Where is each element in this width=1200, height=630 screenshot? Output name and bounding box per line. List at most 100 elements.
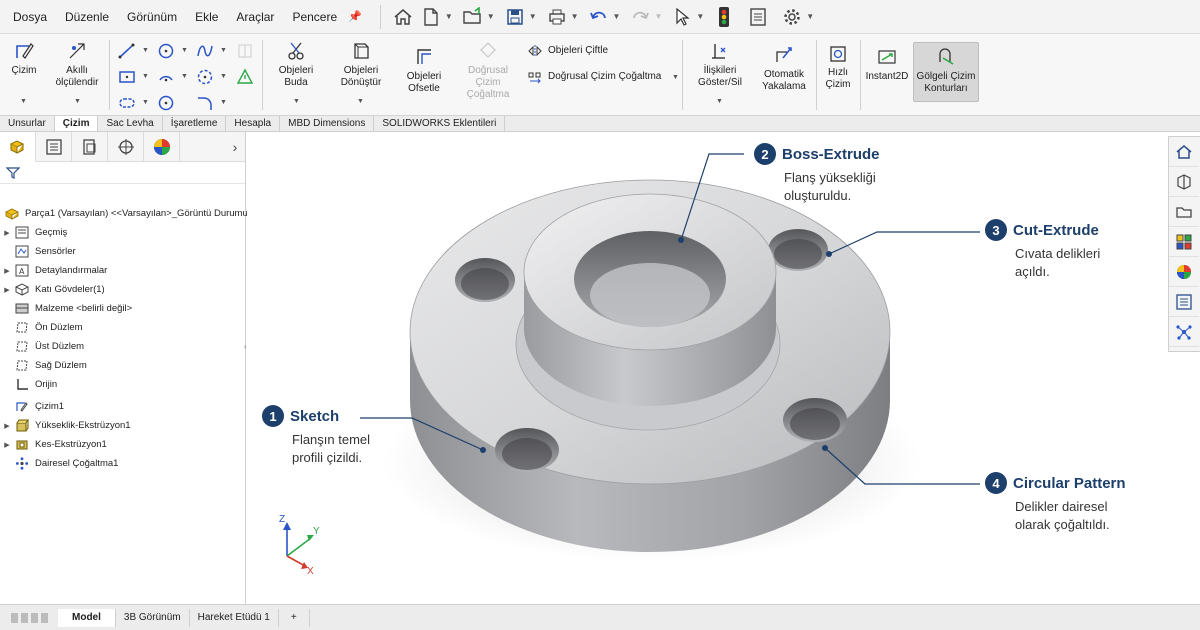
new-document-icon[interactable]: [417, 3, 445, 31]
task-pane-file-explorer[interactable]: [1169, 197, 1199, 227]
expand-arrow-icon[interactable]: ▶: [0, 422, 14, 430]
tree-root-part[interactable]: Parça1 (Varsayılan) <<Varsayılan>_Görünt…: [4, 204, 248, 223]
select-dropdown-icon[interactable]: ▼: [696, 12, 704, 21]
slot-icon[interactable]: [118, 94, 136, 112]
polygon-icon[interactable]: [196, 68, 214, 86]
undo-dropdown-icon[interactable]: ▼: [613, 12, 621, 21]
tree-item-sketch1[interactable]: Çizim1: [0, 397, 64, 416]
tab-navigation-buttons[interactable]: [6, 609, 52, 627]
tab-motion-study[interactable]: Hareket Etüdü 1: [190, 608, 279, 627]
polygon-dropdown-icon[interactable]: ▼: [220, 73, 227, 80]
first-tab-icon[interactable]: [10, 612, 18, 623]
smart-dimension-dropdown-icon[interactable]: ▼: [74, 98, 81, 105]
arc-icon[interactable]: [157, 68, 175, 86]
menu-edit[interactable]: Düzenle: [56, 10, 118, 24]
options-gear-icon[interactable]: [778, 3, 806, 31]
panel-expand-arrow-icon[interactable]: ›: [225, 139, 245, 155]
configuration-manager-tab[interactable]: [72, 131, 108, 162]
smart-dimension-button[interactable]: Akıllı ölçülendir: [48, 40, 106, 89]
sketch-button[interactable]: Çizim: [4, 40, 44, 77]
home-icon[interactable]: [389, 3, 417, 31]
expand-arrow-icon[interactable]: ▶: [0, 267, 14, 275]
menu-view[interactable]: Görünüm: [118, 10, 186, 24]
tree-item-history[interactable]: ▶ Geçmiş: [0, 223, 67, 242]
tree-item-boss-extrude1[interactable]: ▶ Yükseklik-Ekstrüzyon1: [0, 416, 131, 435]
tab-3d-view[interactable]: 3B Görünüm: [116, 608, 190, 627]
fillet-dropdown-icon[interactable]: ▼: [220, 99, 227, 106]
rectangle-icon[interactable]: [118, 68, 136, 86]
options-dropdown-icon[interactable]: ▼: [806, 12, 814, 21]
add-tab-button[interactable]: +: [279, 608, 310, 627]
tree-item-origin[interactable]: Orijin: [0, 375, 57, 394]
spline-icon[interactable]: [196, 42, 214, 60]
print-dropdown-icon[interactable]: ▼: [571, 12, 579, 21]
tree-item-solid-bodies[interactable]: ▶ Katı Gövdeler(1): [0, 280, 105, 299]
tab-features[interactable]: Unsurlar: [0, 116, 55, 131]
property-manager-tab[interactable]: [36, 131, 72, 162]
slot-dropdown-icon[interactable]: ▼: [142, 99, 149, 106]
line-dropdown-icon[interactable]: ▼: [142, 47, 149, 54]
relations-dropdown-icon[interactable]: ▼: [716, 98, 723, 105]
display-manager-tab[interactable]: [144, 131, 180, 162]
menu-insert[interactable]: Ekle: [186, 10, 227, 24]
circle-icon[interactable]: [157, 42, 175, 60]
tree-item-material[interactable]: Malzeme <belirli değil>: [0, 299, 132, 318]
offset-entities-button[interactable]: Objeleri Ofsetle: [398, 46, 450, 95]
tab-markup[interactable]: İşaretleme: [163, 116, 227, 131]
sketch-dropdown-icon[interactable]: ▼: [20, 98, 27, 105]
dimxpert-manager-tab[interactable]: [108, 131, 144, 162]
expand-arrow-icon[interactable]: ▶: [0, 286, 14, 294]
task-pane-home[interactable]: [1169, 137, 1199, 167]
tab-sketch[interactable]: Çizim: [54, 116, 99, 131]
menu-window[interactable]: Pencere: [283, 10, 346, 24]
tab-mbd-dimensions[interactable]: MBD Dimensions: [280, 116, 375, 131]
point-icon[interactable]: [236, 68, 254, 86]
open-folder-icon[interactable]: [459, 3, 487, 31]
new-dropdown-icon[interactable]: ▼: [445, 12, 453, 21]
tree-item-annotations[interactable]: ▶ A Detaylandırmalar: [0, 261, 107, 280]
convert-dropdown-icon[interactable]: ▼: [357, 98, 364, 105]
sketch-fillet-icon[interactable]: [196, 94, 214, 112]
tree-item-top-plane[interactable]: Üst Düzlem: [0, 337, 84, 356]
last-tab-icon[interactable]: [40, 612, 48, 623]
trim-entities-button[interactable]: Objeleri Buda: [270, 40, 322, 89]
task-pane-solidworks-forum[interactable]: [1169, 317, 1199, 347]
menu-file[interactable]: Dosya: [4, 10, 56, 24]
next-tab-icon[interactable]: [30, 612, 38, 623]
task-pane-view-palette[interactable]: [1169, 227, 1199, 257]
tab-solidworks-addins[interactable]: SOLIDWORKS Eklentileri: [374, 116, 506, 131]
pin-icon[interactable]: 📌: [348, 10, 362, 23]
line-icon[interactable]: [118, 42, 136, 60]
tab-sheet-metal[interactable]: Sac Levha: [98, 116, 163, 131]
feature-manager-tab[interactable]: [0, 131, 36, 162]
tree-item-right-plane[interactable]: Sağ Düzlem: [0, 356, 87, 375]
filter-icon[interactable]: [6, 166, 20, 180]
tab-model[interactable]: Model: [58, 608, 116, 627]
instant2d-button[interactable]: Instant2D: [864, 46, 910, 83]
previous-tab-icon[interactable]: [20, 612, 28, 623]
task-pane-appearances[interactable]: [1169, 257, 1199, 287]
display-delete-relations-button[interactable]: İlişkileri Göster/Sil: [692, 40, 748, 89]
fillet-circle-icon[interactable]: [157, 94, 175, 112]
linear-sketch-pattern-dropdown-icon[interactable]: ▼: [672, 74, 679, 81]
mirror-entities-button[interactable]: Objeleri Çiftle: [528, 44, 648, 58]
convert-entities-button[interactable]: Objeleri Dönüştür: [332, 40, 390, 89]
expand-arrow-icon[interactable]: ▶: [0, 229, 14, 237]
tree-item-sensors[interactable]: Sensörler: [0, 242, 76, 261]
print-icon[interactable]: [543, 3, 571, 31]
open-dropdown-icon[interactable]: ▼: [487, 12, 495, 21]
trim-dropdown-icon[interactable]: ▼: [293, 98, 300, 105]
save-dropdown-icon[interactable]: ▼: [529, 12, 537, 21]
tree-item-circular-pattern1[interactable]: Dairesel Çoğaltma1: [0, 454, 118, 473]
expand-arrow-icon[interactable]: ▶: [0, 441, 14, 449]
tab-evaluate[interactable]: Hesapla: [226, 116, 281, 131]
graphics-area[interactable]: Z Y X 1 Sketch Flanşın temel profili çizil…: [247, 132, 1168, 604]
linear-sketch-pattern-button[interactable]: Doğrusal Çizim Çoğaltma: [528, 70, 678, 84]
tree-item-cut-extrude1[interactable]: ▶ Kes-Ekstrüzyon1: [0, 435, 107, 454]
rectangle-dropdown-icon[interactable]: ▼: [142, 73, 149, 80]
arc-dropdown-icon[interactable]: ▼: [181, 73, 188, 80]
rebuild-traffic-light-icon[interactable]: [710, 3, 738, 31]
task-pane-resources[interactable]: [1169, 167, 1199, 197]
save-icon[interactable]: [501, 3, 529, 31]
shaded-sketch-contours-button[interactable]: Gölgeli Çizim Konturları: [913, 42, 979, 102]
